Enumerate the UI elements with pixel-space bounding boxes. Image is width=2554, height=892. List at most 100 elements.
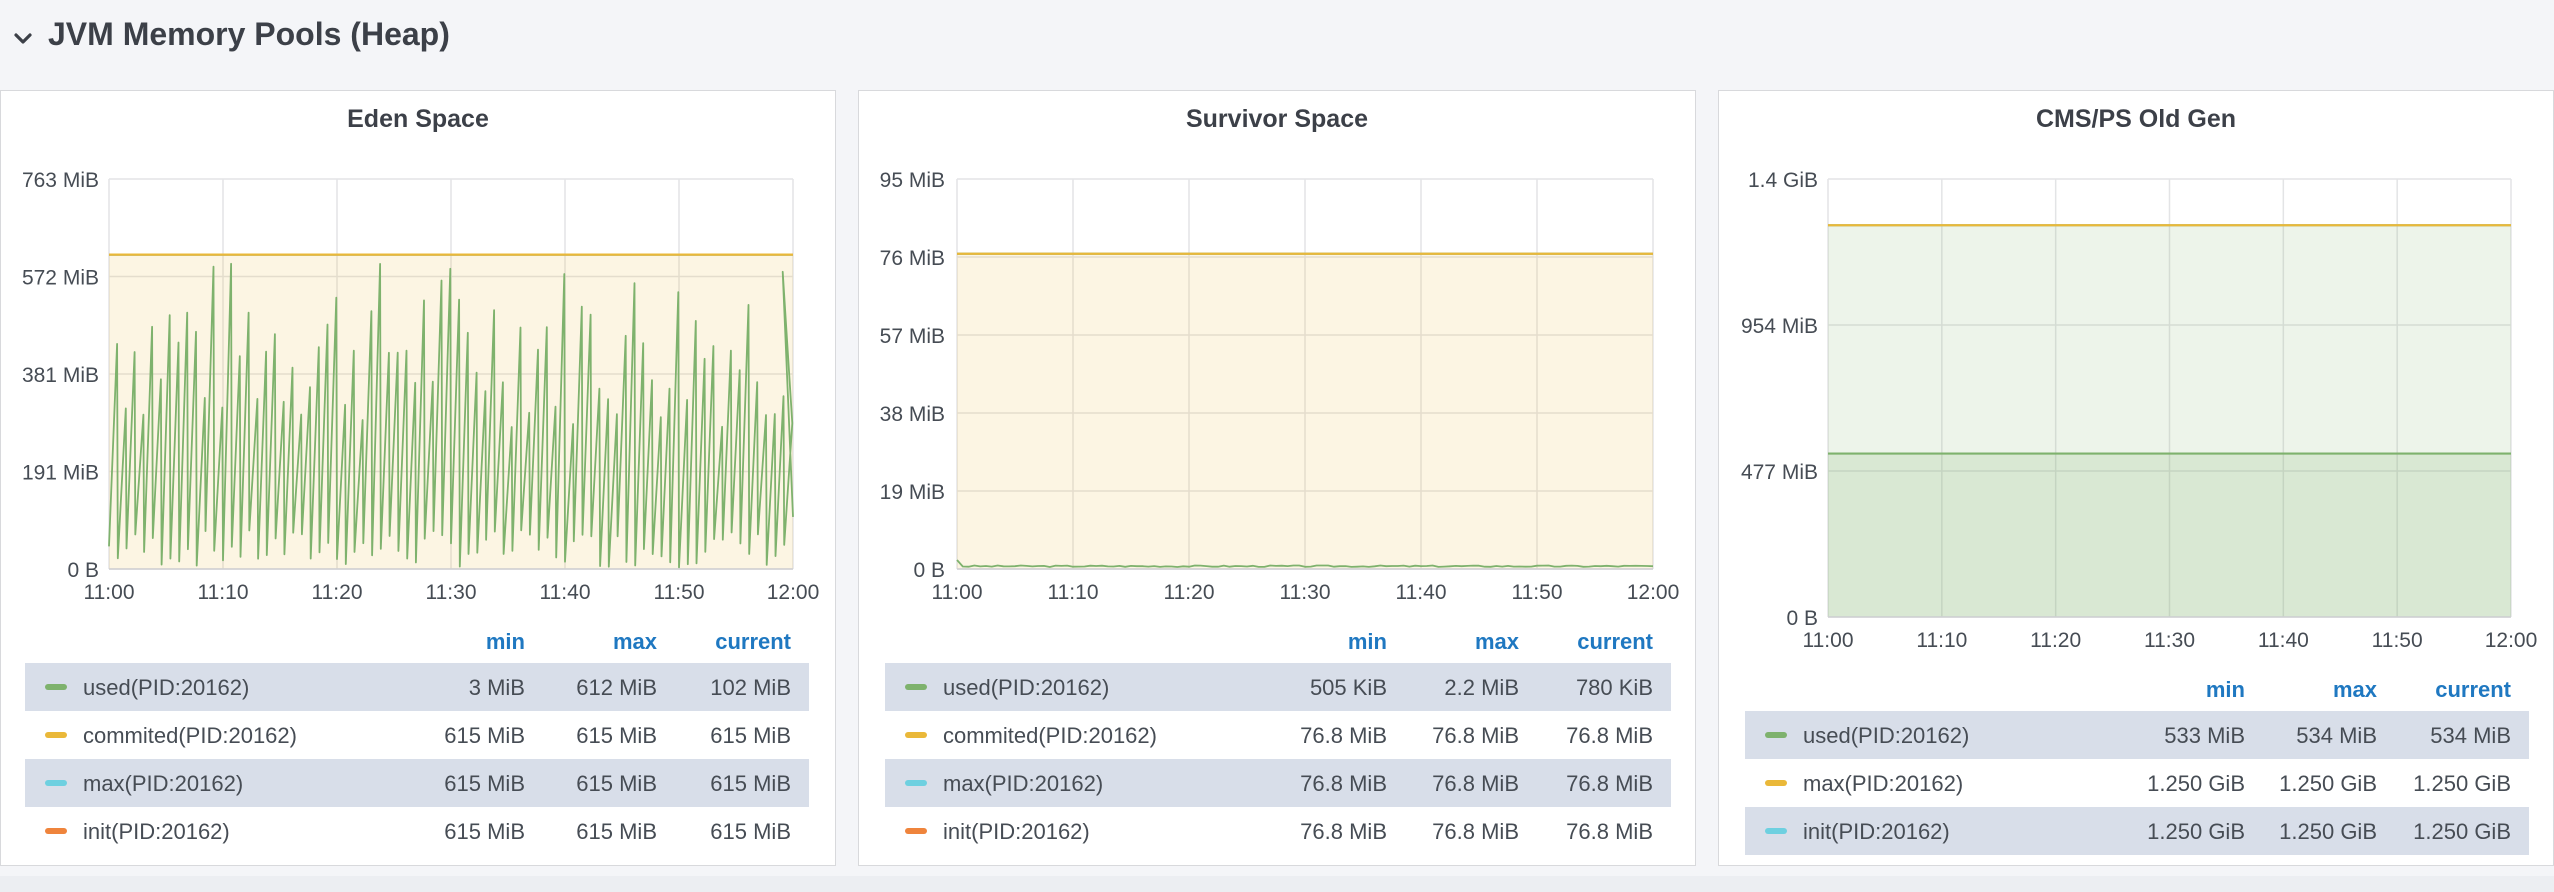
series-color-swatch[interactable]: [1765, 828, 1787, 834]
legend-column-max[interactable]: max: [2333, 677, 2377, 703]
x-tick-label: 11:30: [2144, 629, 2195, 652]
series-color-swatch[interactable]: [45, 732, 67, 738]
legend-row[interactable]: commited(PID:20162) 615 MiB 615 MiB 615 MiB: [25, 711, 809, 759]
legend-column-min[interactable]: min: [1348, 629, 1387, 655]
series-color-swatch[interactable]: [905, 732, 927, 738]
legend-header: min max current: [25, 615, 809, 663]
series-name[interactable]: init(PID:20162): [1803, 819, 1950, 845]
legend-value-current: 615 MiB: [710, 819, 791, 844]
legend-value-current: 76.8 MiB: [1566, 723, 1653, 748]
legend-value-current: 1.250 GiB: [2413, 819, 2511, 844]
legend-value-max: 534 MiB: [2296, 723, 2377, 748]
series-color-swatch[interactable]: [1765, 732, 1787, 738]
x-tick-label: 11:00: [932, 581, 983, 604]
series-color-swatch[interactable]: [45, 828, 67, 834]
legend-column-max[interactable]: max: [1475, 629, 1519, 655]
legend-row[interactable]: used(PID:20162) 3 MiB 612 MiB 102 MiB: [25, 663, 809, 711]
series-name[interactable]: used(PID:20162): [1803, 723, 1969, 749]
chart-eden-space[interactable]: 0 B 191 MiB 381 MiB 572 MiB 763 MiB 11:00 11:1…: [1, 91, 837, 611]
legend-value-max: 615 MiB: [576, 819, 657, 844]
series-name[interactable]: max(PID:20162): [83, 771, 243, 797]
legend-value-min: 505 KiB: [1309, 675, 1387, 700]
y-tick-label: 19 MiB: [880, 481, 945, 504]
x-tick-label: 12:00: [1627, 581, 1680, 604]
legend-row[interactable]: used(PID:20162) 505 KiB 2.2 MiB 780 KiB: [885, 663, 1671, 711]
y-tick-label: 0 B: [67, 559, 99, 582]
legend-value-current: 76.8 MiB: [1566, 771, 1653, 796]
legend-row[interactable]: commited(PID:20162) 76.8 MiB 76.8 MiB 76.8 …: [885, 711, 1671, 759]
legend-value-min: 615 MiB: [444, 771, 525, 796]
chart-survivor-space[interactable]: 0 B 19 MiB 38 MiB 57 MiB 76 MiB 95 MiB 11:00 11…: [859, 91, 1697, 611]
y-tick-label: 381 MiB: [22, 364, 99, 387]
legend-value-min: 3 MiB: [468, 675, 525, 700]
legend-value-current: 780 KiB: [1575, 675, 1653, 700]
series-area-fill: [957, 253, 1653, 569]
x-tick-label: 11:40: [540, 581, 591, 604]
series-name[interactable]: commited(PID:20162): [83, 723, 297, 749]
legend-column-current[interactable]: current: [715, 629, 791, 655]
series-name[interactable]: max(PID:20162): [943, 771, 1103, 797]
legend-value-min: 76.8 MiB: [1300, 819, 1387, 844]
legend-value-max: 615 MiB: [576, 723, 657, 748]
legend-value-min: 533 MiB: [2164, 723, 2245, 748]
legend-value-max: 615 MiB: [576, 771, 657, 796]
x-tick-label: 11:00: [1803, 629, 1854, 652]
series-name[interactable]: max(PID:20162): [1803, 771, 1963, 797]
series-area-fill: [1828, 453, 2511, 617]
series-color-swatch[interactable]: [905, 828, 927, 834]
legend-value-current: 615 MiB: [710, 771, 791, 796]
legend-value-current: 1.250 GiB: [2413, 771, 2511, 796]
y-tick-label: 76 MiB: [880, 247, 945, 270]
legend-value-min: 615 MiB: [444, 819, 525, 844]
x-tick-label: 11:10: [1916, 629, 1967, 652]
legend: min max current used(PID:20162) 505 KiB 2.2 M…: [885, 615, 1671, 855]
legend-value-min: 1.250 GiB: [2147, 771, 2245, 796]
legend-value-min: 615 MiB: [444, 723, 525, 748]
legend-row[interactable]: used(PID:20162) 533 MiB 534 MiB 534 MiB: [1745, 711, 2529, 759]
series-name[interactable]: used(PID:20162): [943, 675, 1109, 701]
legend-value-min: 76.8 MiB: [1300, 771, 1387, 796]
legend-row[interactable]: max(PID:20162) 615 MiB 615 MiB 615 MiB: [25, 759, 809, 807]
legend-row[interactable]: init(PID:20162) 615 MiB 615 MiB 615 MiB: [25, 807, 809, 855]
legend-value-current: 534 MiB: [2430, 723, 2511, 748]
legend-column-max[interactable]: max: [613, 629, 657, 655]
legend-value-max: 1.250 GiB: [2279, 771, 2377, 796]
series-color-swatch[interactable]: [905, 684, 927, 690]
legend-row[interactable]: max(PID:20162) 1.250 GiB 1.250 GiB 1.250 Gi…: [1745, 759, 2529, 807]
row-header[interactable]: JVM Memory Pools (Heap): [0, 0, 2554, 74]
y-tick-label: 0 B: [913, 559, 945, 582]
legend-row[interactable]: init(PID:20162) 76.8 MiB 76.8 MiB 76.8 MiB: [885, 807, 1671, 855]
series-color-swatch[interactable]: [1765, 780, 1787, 786]
x-tick-label: 11:50: [1512, 581, 1563, 604]
x-tick-label: 11:10: [1048, 581, 1099, 604]
legend-column-current[interactable]: current: [1577, 629, 1653, 655]
series-color-swatch[interactable]: [45, 684, 67, 690]
x-tick-label: 11:40: [1396, 581, 1447, 604]
legend-value-max: 76.8 MiB: [1432, 819, 1519, 844]
series-name[interactable]: used(PID:20162): [83, 675, 249, 701]
y-tick-label: 1.4 GiB: [1748, 169, 1818, 192]
legend-column-min[interactable]: min: [486, 629, 525, 655]
chevron-down-icon[interactable]: [10, 26, 36, 52]
y-tick-label: 0 B: [1786, 607, 1818, 630]
legend-column-min[interactable]: min: [2206, 677, 2245, 703]
y-tick-label: 954 MiB: [1741, 315, 1818, 338]
row-title: JVM Memory Pools (Heap): [48, 16, 450, 52]
y-tick-label: 477 MiB: [1741, 461, 1818, 484]
legend-value-min: 76.8 MiB: [1300, 723, 1387, 748]
series-color-swatch[interactable]: [905, 780, 927, 786]
series-name[interactable]: commited(PID:20162): [943, 723, 1157, 749]
y-tick-label: 38 MiB: [880, 403, 945, 426]
x-tick-label: 11:10: [198, 581, 249, 604]
x-tick-label: 11:40: [2258, 629, 2309, 652]
x-tick-label: 11:00: [84, 581, 135, 604]
chart-old-gen[interactable]: 0 B 477 MiB 954 MiB 1.4 GiB 11:00 11:10 11:20 1…: [1719, 91, 2554, 661]
series-color-swatch[interactable]: [45, 780, 67, 786]
series-name[interactable]: init(PID:20162): [943, 819, 1090, 845]
series-name[interactable]: init(PID:20162): [83, 819, 230, 845]
legend-row[interactable]: init(PID:20162) 1.250 GiB 1.250 GiB 1.250 G…: [1745, 807, 2529, 855]
y-tick-label: 95 MiB: [880, 169, 945, 192]
legend-row[interactable]: max(PID:20162) 76.8 MiB 76.8 MiB 76.8 MiB: [885, 759, 1671, 807]
legend-value-max: 612 MiB: [576, 675, 657, 700]
legend-column-current[interactable]: current: [2435, 677, 2511, 703]
